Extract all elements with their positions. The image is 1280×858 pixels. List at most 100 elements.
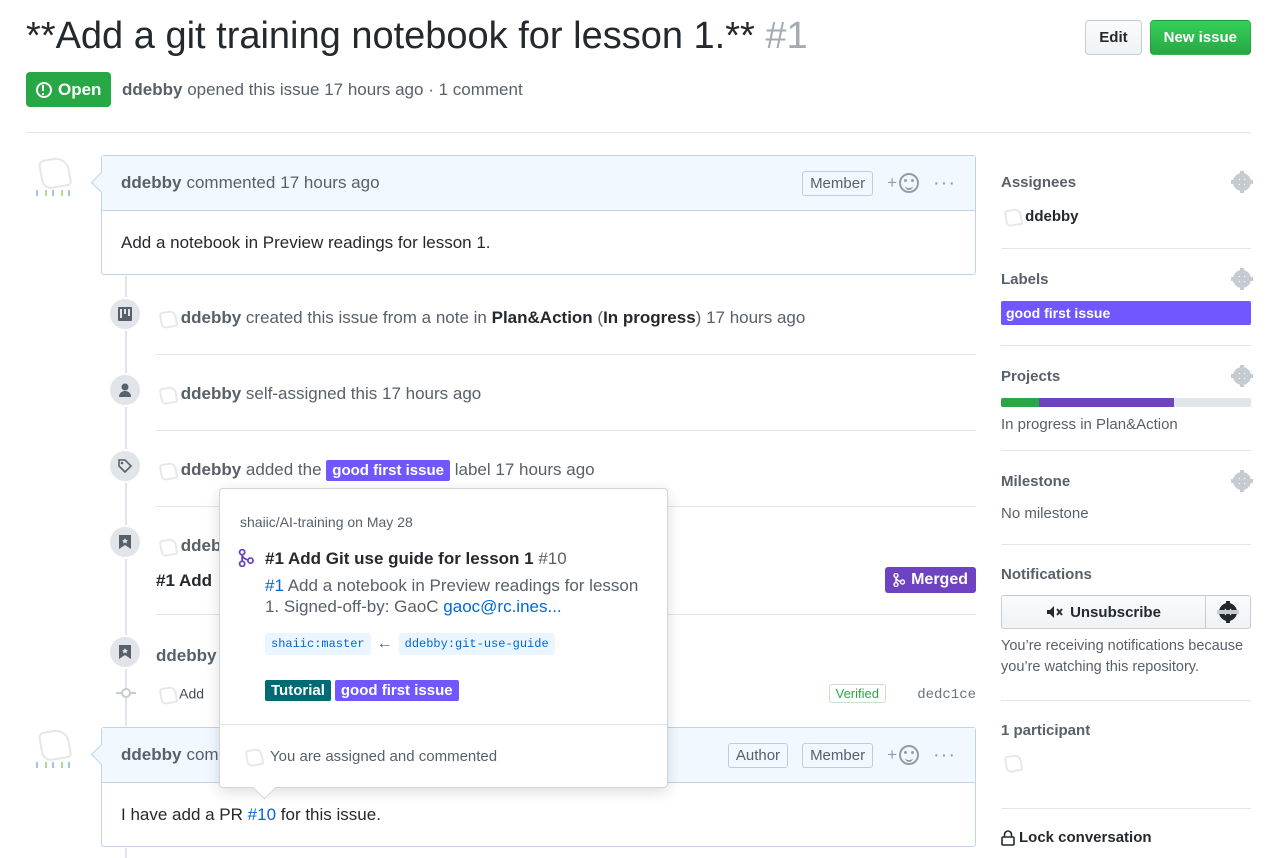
sidebar-notifications: Notifications Unsubscribe You’re receivi… [1001,545,1251,701]
bookmark-icon [108,525,142,559]
event-user-link[interactable]: ddeb [181,536,222,555]
member-badge: Member [802,742,874,768]
author-badge: Author [727,742,789,768]
project-progress-bar [1001,398,1251,407]
comment-header: ddebby commented 17 hours ago Member + ·… [102,156,975,211]
event-user-link[interactable]: ddebby [181,384,241,403]
lock-label: Lock conversation [1019,829,1152,846]
participants-heading: 1 participant [1001,722,1091,739]
label-tutorial[interactable]: Tutorial [265,680,331,701]
comment-body: I have add a PR #10 for this issue. [102,783,975,846]
issue-title: **Add a git training notebook for lesson… [26,14,808,60]
issue-link[interactable]: #1 [265,576,284,595]
avatar[interactable] [156,385,176,405]
project-link[interactable]: Plan&Action [492,308,593,327]
sidebar-participants: 1 participant [1001,701,1251,809]
event-text: label 17 hours ago [454,460,595,479]
notification-settings-button[interactable] [1206,596,1250,628]
sidebar-projects: Projects In progress in Plan&Action [1001,346,1253,451]
verified-badge[interactable]: Verified [828,684,886,703]
lock-conversation-button[interactable]: Lock conversation [1001,809,1251,846]
pr-hovercard: shaiic/AI-training on May 28 #1 Add Git … [219,488,668,788]
more-options-icon[interactable]: ··· [933,173,956,193]
more-options-icon[interactable]: ··· [933,745,956,765]
hovercard-pr-number: #10 [538,549,567,568]
commit-message-link[interactable]: Add [179,686,204,702]
hovercard-description: #1 Add a notebook in Preview readings fo… [265,575,640,618]
git-merge-icon [238,548,254,572]
gear-icon[interactable] [1231,470,1253,492]
header-divider [26,132,1251,133]
avatar[interactable] [1001,753,1029,781]
label-good-first-issue[interactable]: good first issue [326,460,450,481]
avatar[interactable] [30,726,74,770]
notifications-heading: Notifications [1001,566,1092,583]
avatar[interactable] [156,461,176,481]
timeline-event-created: ddebby created this issue from a note in… [108,297,976,355]
gear-icon[interactable] [1231,268,1253,290]
comment-text: I have add a PR [121,804,243,824]
label-good-first-issue[interactable]: good first issue [334,680,459,701]
event-text: self-assigned this 17 hours ago [245,384,482,403]
add-reaction-button[interactable]: + [887,173,920,193]
notification-reason: You’re receiving notifications because y… [1001,638,1244,676]
event-user-link[interactable]: ddebby [181,308,241,327]
gear-icon[interactable] [1231,365,1253,387]
lock-icon [1001,829,1015,846]
event-user-link[interactable]: ddebby [181,460,241,479]
avatar[interactable] [156,537,176,557]
comment-timestamp[interactable]: 17 hours ago [280,173,379,193]
milestone-heading[interactable]: Milestone [1001,473,1070,490]
issue-meta-text: opened this issue 17 hours ago · 1 comme… [187,80,523,99]
avatar[interactable] [156,685,176,705]
labels-heading[interactable]: Labels [1001,271,1049,288]
head-branch[interactable]: ddebby:git-use-guide [398,633,555,655]
projects-heading[interactable]: Projects [1001,368,1060,385]
issue-number: #1 [765,15,808,57]
avatar[interactable] [30,154,74,198]
comment-action: com [186,745,219,764]
new-issue-button[interactable]: New issue [1149,20,1251,55]
comment-body: Add a notebook in Preview readings for l… [121,232,491,252]
issue-sidebar: Assignees ddebby Labels good first issue… [1001,155,1253,846]
hovercard-repo: shaiic/AI-training on May 28 [240,514,413,530]
repo-link[interactable]: shaiic/AI-training [240,514,344,530]
unsubscribe-button[interactable]: Unsubscribe [1002,596,1206,628]
label-good-first-issue[interactable]: good first issue [1001,301,1251,325]
project-status[interactable]: In progress in Plan&Action [1001,416,1251,433]
referenced-pr-link[interactable]: #1 Add [156,571,212,591]
avatar[interactable] [156,309,176,329]
commit-sha-link[interactable]: dedc1ce [917,687,976,703]
merged-badge: Merged [885,567,976,593]
assignee-link[interactable]: ddebby [1025,208,1078,225]
member-badge: Member [802,170,874,196]
hovercard-title[interactable]: #1 Add Git use guide for lesson 1 #10 [265,549,567,569]
tag-icon [108,449,142,483]
event-time[interactable]: 17 hours ago [706,308,805,327]
sidebar-milestone: Milestone No milestone [1001,451,1253,545]
comment-author-link[interactable]: ddebby [121,745,181,765]
header-actions: Edit New issue [1085,20,1251,55]
assignees-heading[interactable]: Assignees [1001,174,1076,191]
smiley-icon [899,173,920,193]
pr-link[interactable]: #10 [248,805,276,825]
issue-author-link[interactable]: ddebby [122,80,182,99]
edit-button[interactable]: Edit [1085,20,1142,55]
hovercard-date: on May 28 [347,514,413,530]
comment-author-link[interactable]: ddebby [121,173,181,193]
merged-label: Merged [911,571,968,588]
event-user-link[interactable]: ddebby [156,646,216,665]
add-reaction-button[interactable]: + [887,745,920,765]
issue-meta: ddebby opened this issue 17 hours ago · … [122,80,523,100]
email-link[interactable]: gaoc@rc.ines... [443,597,561,616]
sidebar-assignees: Assignees ddebby [1001,155,1253,249]
avatar[interactable] [1001,207,1021,227]
git-merge-icon [893,573,906,587]
base-branch[interactable]: shaiic:master [265,633,371,655]
gear-icon[interactable] [1231,171,1253,193]
git-commit-icon [116,686,136,698]
project-column[interactable]: In progress [603,308,696,327]
progress-in-progress [1038,398,1174,407]
avatar [242,747,262,767]
comment-action: commented [186,173,276,192]
